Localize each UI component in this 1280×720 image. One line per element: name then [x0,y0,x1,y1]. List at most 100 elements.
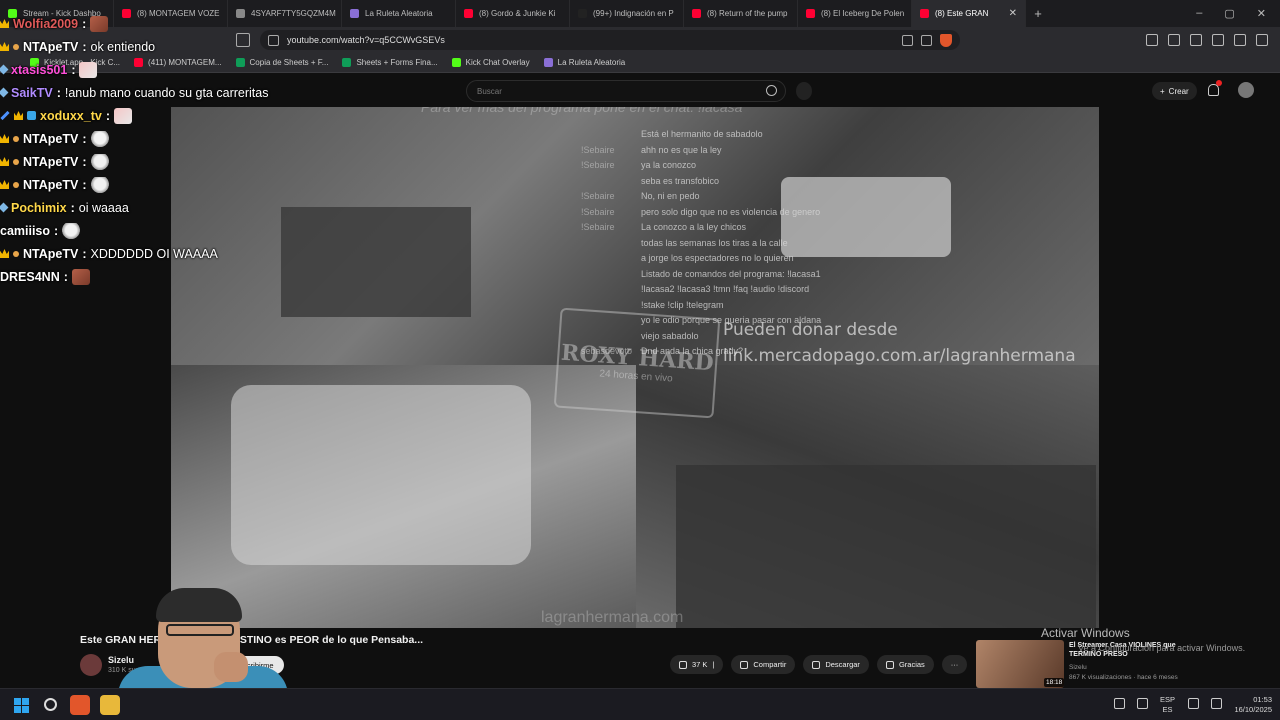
search-icon[interactable] [766,85,777,96]
microphone-tray-icon[interactable] [1137,698,1148,709]
video-actions: 37 K | Compartir Descargar Gracias ··· [670,655,968,674]
browser-tab[interactable]: (8) El Iceberg De Polen [798,0,912,27]
diamond-badge-icon [0,202,9,213]
windows-taskbar: ESP ES 01:53 16/10/2025 [0,688,1280,720]
taskbar-search-icon[interactable] [44,698,57,711]
channel-avatar[interactable] [80,654,102,676]
crown-badge-icon [0,157,9,166]
youtube-search-input[interactable]: Buscar [466,80,786,102]
dresser [281,207,471,317]
video-chat-line: todas las semanas los tiras a la calle [581,236,911,252]
wallet-icon[interactable] [1234,34,1246,46]
system-tray-right [1188,698,1222,709]
close-window-icon[interactable]: ✕ [1257,7,1266,20]
tab-label: La Ruleta Aleatoria [365,9,433,18]
more-icon: ··· [950,660,959,669]
bookmark-label: La Ruleta Aleatoria [557,58,626,67]
zoom-icon[interactable] [921,34,932,46]
video-chat-line: !Sebaire ahh no es que la ley [581,143,911,159]
emote-icon [71,268,90,285]
media-icon[interactable] [1190,34,1202,46]
bookmark-item[interactable]: La Ruleta Aleatoria [543,58,626,67]
chat-username: xoduxx_tv [40,108,102,123]
language-indicator[interactable]: ESP ES [1160,695,1175,715]
bookmark-item[interactable]: Sheets + Forms Fina... [342,58,438,67]
notification-badge [1216,80,1222,86]
create-button[interactable]: + Crear [1152,82,1197,100]
video-player[interactable]: Para ver más del programa pone en el cha… [171,107,1099,628]
tab-label: (8) Return of the pump [707,9,788,18]
roxy-hard-stamp: ROXY HARD 24 horas en vivo [553,307,721,419]
crown-badge-icon [0,42,9,51]
stream-chat-message: Pochimix: oi waaaa [0,196,300,219]
more-actions-button[interactable]: ··· [941,655,968,674]
browser-tab[interactable]: (8) Este GRAN ✕ [912,0,1026,27]
extension-icon[interactable] [1146,34,1158,46]
tab-label: (8) Gordo & Junkie Ki [479,9,556,18]
crown-badge-icon [0,180,9,189]
video-chat-text: pero solo digo que no es violencia de ge… [641,206,821,217]
donate-link: link.mercadopago.com.ar/lagranhermana [723,346,1076,366]
new-tab-button[interactable]: + [1026,6,1050,21]
like-count: 37 K [692,660,708,669]
video-chat-text: Está el hermanito de sabadolo [641,129,763,139]
menu-icon[interactable] [1256,34,1268,46]
video-chat-text: !lacasa2 !lacasa3 !tmn !faq !audio !disc… [641,284,810,294]
puzzle-icon[interactable] [1168,34,1180,46]
video-chat-text: !stake !clip !telegram [641,299,724,310]
download-button[interactable]: Descargar [803,655,869,674]
clock-time: 01:53 [1253,695,1272,704]
sidebar-icon[interactable] [1212,34,1224,46]
omnibox[interactable]: youtube.com/watch?v=q5CCWvGSEVs [260,30,960,50]
like-button[interactable]: 37 K | [670,655,724,674]
thumbs-down-icon[interactable]: | [712,660,714,669]
network-icon[interactable] [1188,698,1199,709]
volume-icon[interactable] [1211,698,1222,709]
account-avatar[interactable] [1238,82,1254,98]
crown-badge-icon [0,19,9,28]
brave-browser-icon[interactable] [70,695,90,715]
browser-tab[interactable]: (8) Gordo & Junkie Ki [456,0,570,27]
tab-favicon-icon [464,9,473,18]
emote-icon [90,130,109,147]
browser-tab[interactable]: (99+) Indignación en P [570,0,684,27]
sword-badge-icon [0,110,10,121]
close-tab-icon[interactable]: ✕ [1009,8,1017,19]
tab-label: (8) Este GRAN [935,9,989,18]
clock[interactable]: 01:53 16/10/2025 [1222,695,1272,715]
chat-separator: : [56,85,61,100]
bookmark-favicon-icon [543,58,553,67]
chat-separator: : [105,108,111,123]
stream-chat-message: Wolfia2009: [0,12,300,35]
video-chat-line: seba es transfobico [581,174,911,190]
browser-tab[interactable]: La Ruleta Aleatoria [342,0,456,27]
tab-favicon-icon [578,9,587,18]
emote-icon [62,222,81,239]
thanks-button[interactable]: Gracias [876,655,934,674]
url-text[interactable]: youtube.com/watch?v=q5CCWvGSEVs [287,35,894,45]
tab-label: (99+) Indignación en P [593,9,674,18]
chevron-up-icon[interactable] [1114,698,1125,709]
video-chat-text: a jorge los espectadores no lo quieren [641,253,794,263]
stream-chat-message: NTApeTV: ok entiendo [0,35,300,58]
brave-shield-icon[interactable] [940,33,952,47]
bed [231,385,531,565]
bookmark-item[interactable]: Kick Chat Overlay [451,58,530,67]
maximize-icon[interactable]: ▢ [1224,7,1234,20]
browser-tab[interactable]: (8) Return of the pump [684,0,798,27]
hair [156,588,242,622]
video-chat-line: !Sebaire La conozco a la ley chicos [581,220,911,236]
cast-icon[interactable] [902,34,913,46]
share-button[interactable]: Compartir [731,655,796,674]
tab-favicon-icon [692,9,701,18]
download-label: Descargar [825,660,860,669]
emote-icon [90,153,109,170]
video-chat-text: La conozco a la ley chicos [641,222,747,232]
donate-overlay: Pueden donar desde link.mercadopago.com.… [723,317,1099,369]
box-badge-icon [27,111,36,120]
file-explorer-icon[interactable] [100,695,120,715]
microphone-icon[interactable] [796,82,812,100]
chat-text: ok entiendo [90,39,156,54]
windows-start-icon[interactable] [14,698,29,713]
minimize-icon[interactable]: – [1196,7,1202,20]
